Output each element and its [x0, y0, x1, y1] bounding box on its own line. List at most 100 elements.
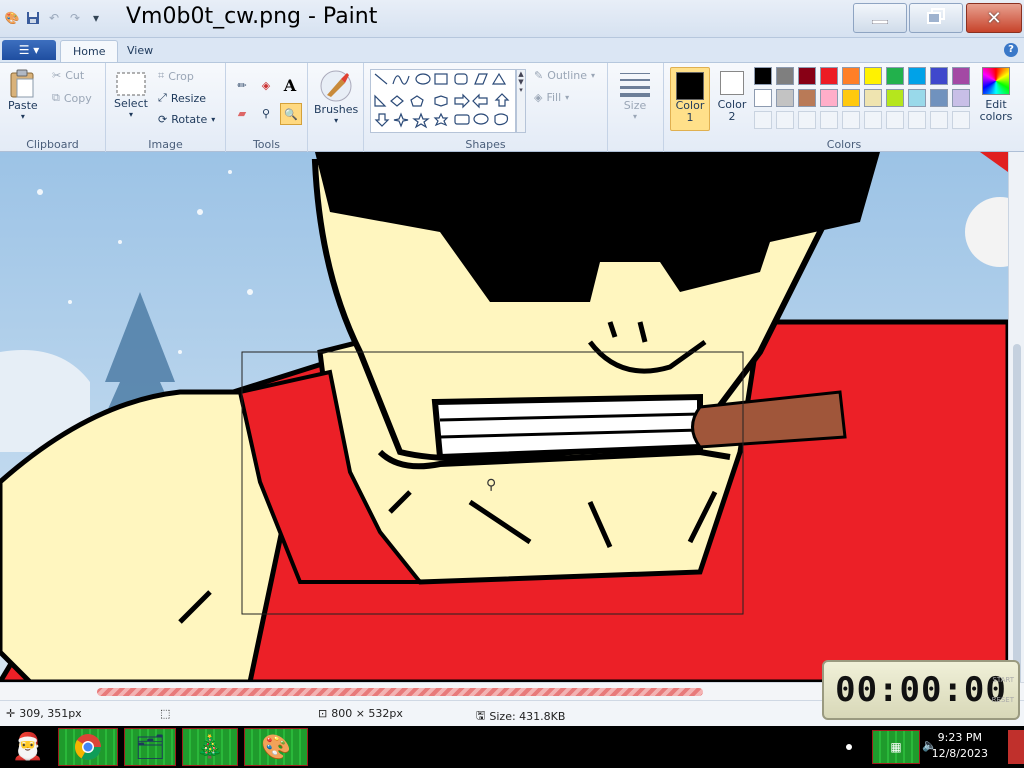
color-swatch[interactable]: [886, 89, 904, 107]
brushes-button[interactable]: Brushes ▾: [314, 69, 358, 125]
ribbon: Paste ▾ ✂ Cut ⧉ Copy Clipboard Select ▾ …: [0, 62, 1024, 153]
start-button[interactable]: 🎅: [4, 728, 52, 766]
paint-menu-button[interactable]: ☰ ▾: [2, 40, 56, 60]
color-swatch[interactable]: [864, 111, 882, 129]
color-swatch[interactable]: [952, 89, 970, 107]
color-swatch[interactable]: [842, 89, 860, 107]
cursor-position-text: 309, 351px: [19, 707, 82, 720]
color-swatch[interactable]: [864, 89, 882, 107]
copy-button[interactable]: ⧉ Copy: [52, 91, 92, 105]
color-swatch[interactable]: [798, 111, 816, 129]
chevron-down-icon: ▾: [211, 115, 216, 124]
color-swatch[interactable]: [776, 67, 794, 85]
color-swatch[interactable]: [776, 89, 794, 107]
fill-button[interactable]: ◈: [256, 75, 276, 95]
color-swatch[interactable]: [908, 89, 926, 107]
paste-button[interactable]: Paste ▾: [8, 69, 38, 121]
text-tool-icon: A: [283, 75, 297, 95]
shapes-scroll[interactable]: ▲ ▼ ▾: [516, 69, 526, 133]
color-swatch[interactable]: [798, 89, 816, 107]
taskbar-chrome[interactable]: [58, 728, 118, 766]
color-swatch[interactable]: [908, 67, 926, 85]
color-swatch[interactable]: [952, 111, 970, 129]
stopwatch-widget[interactable]: 00:00:00 START RESET: [822, 660, 1020, 720]
color-swatch[interactable]: [842, 111, 860, 129]
color-swatch[interactable]: [820, 67, 838, 85]
minimize-button[interactable]: [853, 3, 907, 33]
color-swatch[interactable]: [930, 89, 948, 107]
clipboard-group: Paste ▾ ✂ Cut ⧉ Copy Clipboard: [0, 63, 106, 153]
stopwatch-start[interactable]: START: [992, 676, 1014, 684]
image-group-label: Image: [148, 138, 183, 151]
outline-button[interactable]: ✎ Outline ▾: [534, 69, 595, 82]
vertical-scrollbar[interactable]: [1008, 152, 1024, 734]
cut-button[interactable]: ✂ Cut: [52, 69, 84, 82]
color-swatch[interactable]: [886, 67, 904, 85]
taskbar-christmas-app[interactable]: 🎄: [182, 728, 238, 766]
undo-icon[interactable]: ↶: [46, 10, 62, 26]
colors-group: Color 1 Color 2 Edit colors Colors: [664, 63, 1024, 153]
magnifier-cursor-icon: ⚲: [486, 477, 497, 493]
color-swatch[interactable]: [798, 67, 816, 85]
shapes-group-label: Shapes: [465, 138, 506, 151]
drawing-canvas[interactable]: ⚲: [0, 152, 1008, 682]
chevron-down-icon: ▾: [334, 116, 339, 125]
text-button[interactable]: A: [280, 75, 300, 95]
outline-label: Outline: [547, 69, 588, 82]
restore-button[interactable]: [909, 3, 963, 33]
crop-button[interactable]: ⌗ Crop: [158, 69, 194, 83]
taskbar-clock[interactable]: 9:23 PM 12/8/2023: [932, 730, 988, 762]
color-swatch[interactable]: [754, 111, 772, 129]
color-swatch[interactable]: [754, 67, 772, 85]
color-swatch[interactable]: [930, 111, 948, 129]
color-swatch[interactable]: [820, 111, 838, 129]
color-swatch[interactable]: [908, 111, 926, 129]
customize-dropdown-icon[interactable]: ▾: [88, 10, 104, 26]
paste-icon: [10, 69, 34, 98]
color-swatch[interactable]: [886, 111, 904, 129]
close-button[interactable]: ✕: [966, 3, 1022, 33]
canvas-image: [0, 152, 1008, 682]
color-swatch[interactable]: [820, 89, 838, 107]
fill-shape-button[interactable]: ◈ Fill ▾: [534, 91, 569, 104]
rotate-button[interactable]: ⟳ Rotate ▾: [158, 113, 215, 126]
fill-label: Fill: [546, 91, 562, 104]
tab-home[interactable]: Home: [60, 40, 119, 62]
stopwatch-reset[interactable]: RESET: [992, 696, 1014, 704]
size-button[interactable]: Size ▾: [618, 69, 652, 121]
chrome-icon: [74, 734, 102, 761]
brushes-group: Brushes ▾: [308, 63, 364, 153]
save-icon[interactable]: [25, 10, 41, 26]
color-swatch[interactable]: [952, 67, 970, 85]
window-title: Vm0b0t_cw.png - Paint: [126, 4, 378, 29]
taskbar-paint[interactable]: 🎨: [244, 728, 308, 766]
cut-label: Cut: [65, 69, 85, 82]
system-tray[interactable]: ▦: [872, 730, 920, 764]
select-button[interactable]: Select ▾: [114, 71, 148, 119]
magnifier-button[interactable]: 🔍: [280, 103, 302, 125]
resize-button[interactable]: ⤢ Resize: [158, 91, 206, 105]
paint-app-icon[interactable]: 🎨: [4, 10, 20, 26]
redo-icon[interactable]: ↷: [67, 10, 83, 26]
pencil-button[interactable]: ✏: [232, 75, 252, 95]
rotate-icon: ⟳: [158, 113, 168, 126]
color-swatch[interactable]: [754, 89, 772, 107]
tray-dot: [846, 744, 852, 750]
color-swatch[interactable]: [842, 67, 860, 85]
edit-colors-button[interactable]: Edit colors: [974, 67, 1018, 123]
color-swatch[interactable]: [776, 111, 794, 129]
help-icon[interactable]: ?: [1004, 43, 1018, 57]
show-desktop-button[interactable]: [1008, 730, 1024, 764]
taskbar-explorer[interactable]: 🗂: [124, 728, 176, 766]
color1-button[interactable]: Color 1: [670, 67, 710, 131]
color-swatch[interactable]: [930, 67, 948, 85]
eraser-button[interactable]: ▰: [232, 103, 252, 123]
color-swatch[interactable]: [864, 67, 882, 85]
select-icon: [116, 72, 146, 96]
color-picker-button[interactable]: ⚲: [256, 103, 276, 123]
tab-view[interactable]: View: [115, 40, 165, 62]
horizontal-scroll-thumb[interactable]: [97, 688, 703, 696]
shapes-gallery[interactable]: [370, 69, 516, 133]
color2-button[interactable]: Color 2: [714, 71, 750, 123]
cursor-position: ✛ 309, 351px: [6, 707, 82, 720]
